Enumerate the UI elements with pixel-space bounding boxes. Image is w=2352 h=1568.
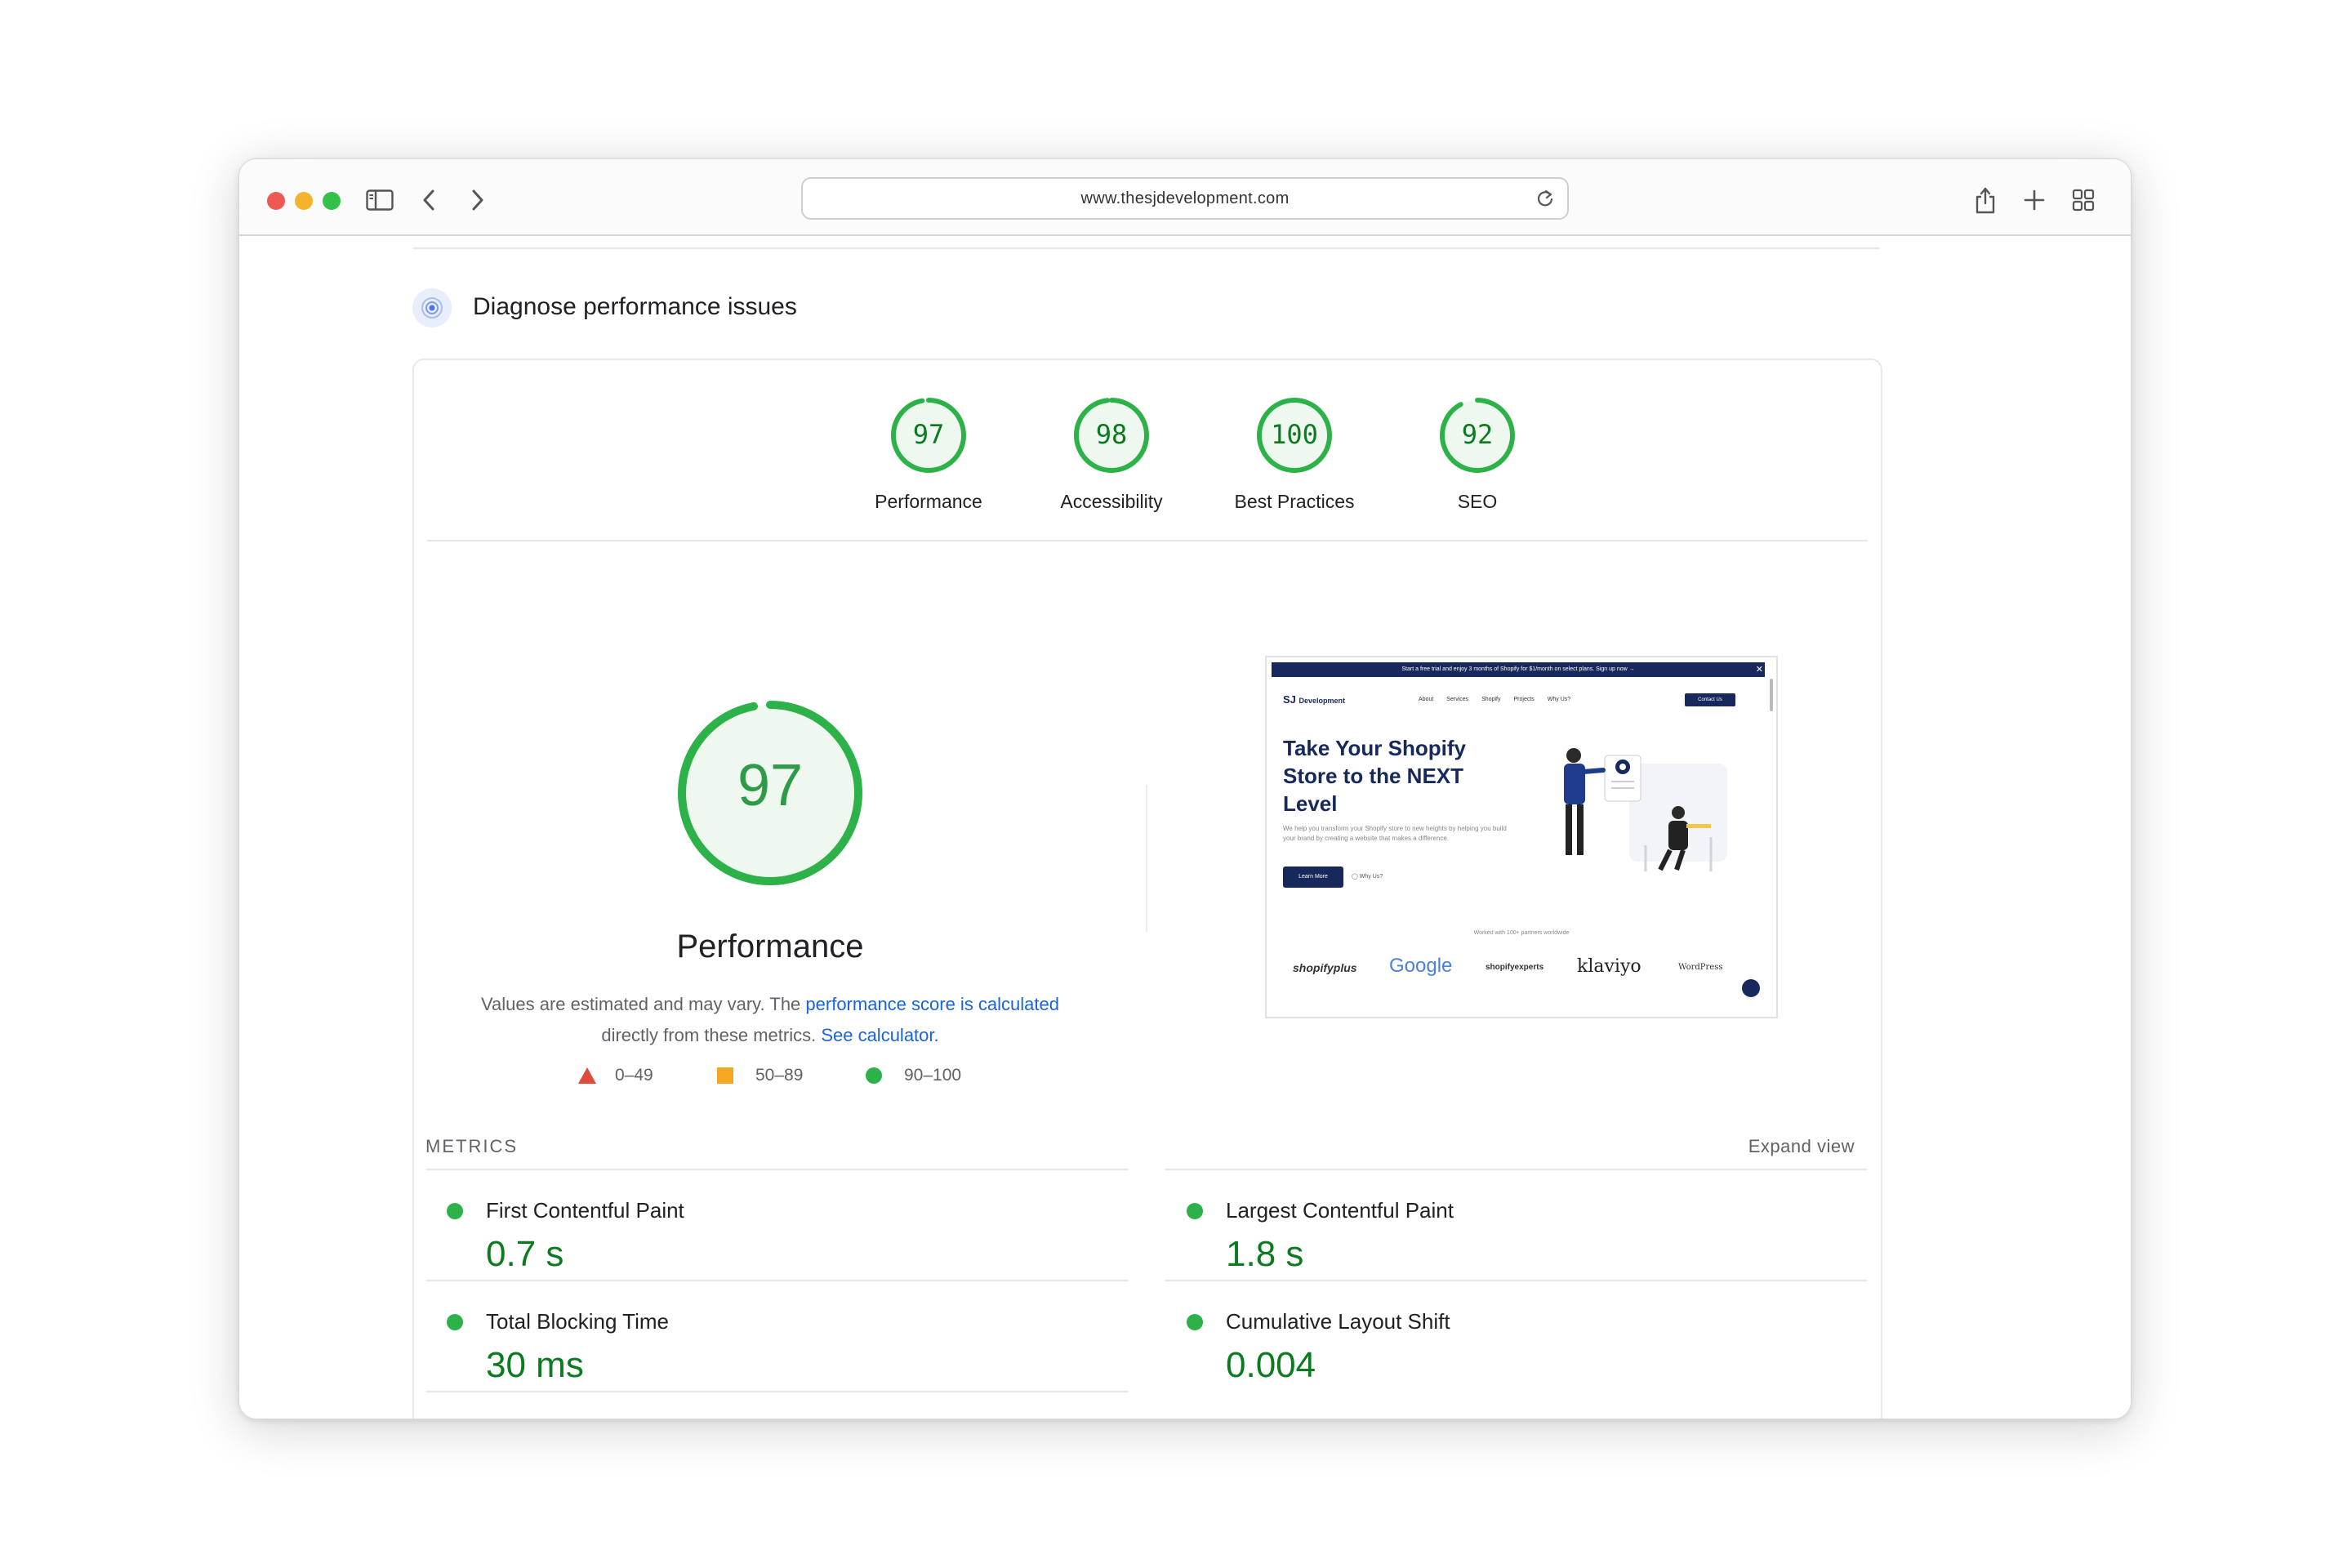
- browser-toolbar: www.thesjdevelopment.com: [239, 159, 2131, 236]
- performance-gauge: 97: [674, 697, 866, 889]
- metric-value: 0.004: [1226, 1345, 1316, 1385]
- score-label: SEO: [1457, 491, 1498, 512]
- site-headline-line: Take Your Shopify: [1283, 736, 1466, 760]
- scrollbar: [1770, 679, 1773, 711]
- score-gauge-accessibility[interactable]: 98 Accessibility: [1022, 396, 1201, 513]
- divider: [1165, 1280, 1868, 1281]
- partner-logo-klaviyo: klaviyo: [1577, 956, 1642, 977]
- see-calculator-link[interactable]: See calculator.: [821, 1025, 938, 1045]
- score-gauge-seo[interactable]: 92 SEO: [1388, 396, 1567, 513]
- description-text: Values are estimated and may vary. The: [480, 994, 806, 1014]
- expand-view-toggle[interactable]: Expand view: [1748, 1136, 1855, 1157]
- partner-logo-google: Google: [1389, 955, 1453, 977]
- score-label: Best Practices: [1234, 491, 1355, 512]
- site-nav: About Services Shopify Projects Why Us?: [1419, 697, 1570, 702]
- url-text: www.thesjdevelopment.com: [1080, 189, 1290, 207]
- partners-caption: Worked with 100+ partners worldwide: [1473, 930, 1570, 936]
- site-body-text: We help you transform your Shopify store…: [1283, 825, 1507, 842]
- site-logo-text: Development: [1298, 697, 1346, 705]
- site-logo: SJ Development: [1283, 693, 1346, 706]
- site-contact-button: Contact Us: [1685, 693, 1735, 706]
- forward-icon[interactable]: [460, 182, 496, 218]
- site-nav-item: Why Us?: [1547, 697, 1571, 702]
- browser-window: www.thesjdevelopment.com Diagnose perfor…: [238, 158, 2132, 1419]
- divider: [1146, 785, 1147, 932]
- circle-icon: [866, 1067, 882, 1084]
- back-icon[interactable]: [411, 182, 447, 218]
- minimize-window-button[interactable]: [295, 192, 313, 210]
- pass-indicator-icon: [447, 1314, 463, 1330]
- score-value: 98: [1095, 419, 1128, 450]
- score-value: 97: [912, 419, 945, 450]
- metric-name: First Contentful Paint: [486, 1198, 684, 1223]
- close-window-button[interactable]: [267, 192, 285, 210]
- address-bar[interactable]: www.thesjdevelopment.com: [801, 177, 1569, 220]
- partner-logo-wordpress: WordPress: [1678, 963, 1723, 972]
- score-calculated-link[interactable]: performance score is calculated: [805, 994, 1059, 1014]
- divider: [427, 540, 1868, 541]
- legend-label: 0–49: [615, 1066, 653, 1085]
- score-value: 100: [1271, 419, 1318, 450]
- close-icon: ✕: [1755, 665, 1763, 675]
- site-learn-more-button: Learn More: [1283, 866, 1343, 888]
- pass-indicator-icon: [1187, 1314, 1203, 1330]
- legend-label: 90–100: [904, 1066, 962, 1085]
- site-headline-line: Store to the NEXT: [1283, 764, 1464, 788]
- score-gauge-best-practices[interactable]: 100 Best Practices: [1205, 396, 1384, 513]
- legend-item-pass: 90–100: [865, 1066, 961, 1085]
- divider: [412, 247, 1879, 249]
- tab-overview-icon[interactable]: [2065, 182, 2101, 218]
- metric-value: 0.7 s: [486, 1234, 564, 1274]
- new-tab-icon[interactable]: [2016, 182, 2052, 218]
- score-gauge-performance[interactable]: 97 Performance: [839, 396, 1018, 513]
- pass-indicator-icon: [1187, 1203, 1203, 1219]
- section-title: Diagnose performance issues: [473, 293, 797, 320]
- description-text: directly from these metrics.: [601, 1025, 822, 1045]
- legend-label: 50–89: [755, 1066, 804, 1085]
- site-nav-item: About: [1419, 697, 1434, 702]
- site-nav-item: Services: [1446, 697, 1469, 702]
- chat-bubble-icon: [1742, 979, 1760, 997]
- share-icon[interactable]: [1967, 182, 2003, 218]
- sidebar-toggle-icon[interactable]: [362, 182, 398, 218]
- score-value: 92: [1461, 419, 1494, 450]
- site-why-us-link: ◯ Why Us?: [1352, 874, 1383, 880]
- metric-name: Largest Contentful Paint: [1226, 1198, 1454, 1223]
- divider: [425, 1280, 1128, 1281]
- legend-item-fail: 0–49: [577, 1066, 653, 1085]
- partner-logo-shopifyexperts: shopifyexperts: [1486, 963, 1544, 972]
- performance-title: Performance: [676, 929, 864, 964]
- site-nav-item: Shopify: [1481, 697, 1501, 702]
- score-label: Performance: [875, 491, 982, 512]
- pass-indicator-icon: [447, 1203, 463, 1219]
- site-why-us-text: Why Us?: [1359, 874, 1383, 880]
- metric-value: 30 ms: [486, 1345, 584, 1385]
- metric-name: Cumulative Layout Shift: [1226, 1309, 1450, 1334]
- divider: [425, 1391, 1128, 1392]
- site-headline-line: Level: [1283, 791, 1338, 816]
- square-icon: [717, 1067, 733, 1084]
- hero-illustration: [1564, 748, 1727, 871]
- page-screenshot-thumbnail[interactable]: Start a free trial and enjoy 3 months of…: [1265, 656, 1778, 1018]
- page-content: Diagnose performance issues 97 Performan…: [239, 236, 2131, 1419]
- divider: [425, 1169, 1128, 1170]
- legend-item-average: 50–89: [716, 1066, 803, 1085]
- site-headline: Take Your Shopify Store to the NEXT Leve…: [1283, 734, 1466, 817]
- zoom-window-button[interactable]: [323, 192, 341, 210]
- score-description: Values are estimated and may vary. The p…: [447, 989, 1094, 1051]
- partner-logo-shopifyplus: shopifyplus: [1293, 961, 1357, 974]
- site-nav-item: Projects: [1513, 697, 1535, 702]
- metrics-heading: METRICS: [425, 1136, 518, 1156]
- score-label: Accessibility: [1060, 491, 1163, 512]
- metric-name: Total Blocking Time: [486, 1309, 669, 1334]
- diagnose-icon: [412, 288, 452, 327]
- report-card: 97 Performance 98 Accessibility 100 Best…: [412, 359, 1882, 1419]
- divider: [1165, 1169, 1868, 1170]
- promo-banner: Start a free trial and enjoy 3 months of…: [1272, 662, 1765, 677]
- triangle-icon: [578, 1067, 596, 1084]
- reload-icon[interactable]: [1535, 188, 1556, 209]
- performance-score: 97: [737, 753, 804, 818]
- metric-value: 1.8 s: [1226, 1234, 1304, 1274]
